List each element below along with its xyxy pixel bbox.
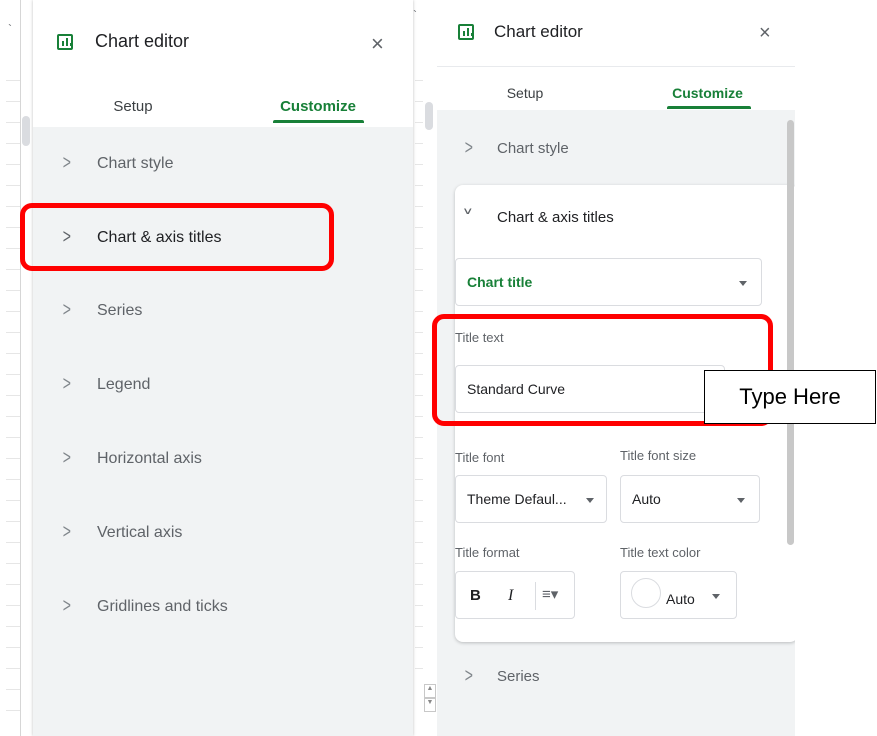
chart-bar-icon [57, 34, 73, 50]
section-label: Series [97, 302, 143, 319]
title-text-color-label: Title text color [620, 545, 701, 560]
italic-button[interactable]: I [508, 587, 513, 605]
sheet-corner-mark-middle: ` [413, 8, 417, 22]
sheet-scrollbar-middle[interactable] [425, 102, 433, 130]
tab-customize-underline [273, 120, 364, 123]
section-label: Legend [97, 376, 151, 393]
tab-customize-underline [667, 106, 751, 109]
sheet-gridlines-left [6, 80, 20, 720]
chart-bar-icon [458, 24, 474, 40]
sheet-gridlines-middle [415, 80, 423, 680]
sheet-background-right [795, 0, 877, 736]
panel-title: Chart editor [494, 22, 583, 41]
sheet-scroll-down[interactable]: ▼ [424, 698, 436, 712]
select-value: Auto [632, 491, 661, 507]
title-type-select[interactable]: Chart title [455, 258, 762, 306]
section-chart-style[interactable]: > Chart style [33, 144, 413, 184]
chevron-right-icon: > [62, 373, 71, 395]
tab-setup[interactable]: Setup [485, 85, 565, 101]
panel-scrollbar[interactable] [787, 120, 794, 545]
section-label: Chart style [97, 155, 174, 172]
align-left-icon[interactable]: ≡▾ [542, 585, 558, 603]
title-font-size-label: Title font size [620, 448, 697, 463]
section-label: Horizontal axis [97, 450, 202, 467]
section-label: Chart & axis titles [497, 209, 614, 226]
title-format-group: B I ≡▾ [455, 571, 575, 619]
section-series[interactable]: > Series [33, 291, 413, 331]
chevron-right-icon: > [62, 299, 71, 321]
section-gridlines-ticks[interactable]: > Gridlines and ticks [33, 587, 413, 627]
tab-customize[interactable]: Customize [273, 98, 363, 115]
sheet-corner-mark: ` [8, 22, 12, 36]
bold-button[interactable]: B [470, 587, 481, 604]
section-label: Series [497, 668, 540, 685]
chevron-right-icon: > [62, 521, 71, 543]
sheet-edge-left [20, 0, 21, 736]
chevron-down-icon [739, 281, 747, 286]
highlight-box-chart-axis-titles [20, 203, 334, 271]
title-text-color-select[interactable]: Auto [620, 571, 737, 619]
title-font-label: Title font [455, 450, 505, 465]
select-value: Theme Defaul... [467, 491, 567, 507]
section-vertical-axis[interactable]: > Vertical axis [33, 513, 413, 553]
format-divider [535, 582, 536, 610]
section-header-chart-axis-titles[interactable]: ∨ Chart & axis titles [455, 195, 795, 235]
panel-header: Chart editor × [437, 0, 795, 70]
panel-title: Chart editor [95, 31, 190, 51]
chevron-down-icon [586, 498, 594, 503]
chevron-right-icon: > [62, 447, 71, 469]
sheet-scroll-up[interactable]: ▲ [424, 684, 436, 698]
select-value: Auto [666, 591, 695, 607]
tab-setup[interactable]: Setup [93, 98, 173, 115]
chevron-right-icon: > [62, 152, 71, 174]
chevron-down-icon: ∨ [462, 206, 474, 217]
chevron-down-icon [712, 594, 720, 599]
section-label: Chart style [497, 140, 569, 157]
section-horizontal-axis[interactable]: > Horizontal axis [33, 439, 413, 479]
color-swatch [631, 578, 661, 608]
close-icon[interactable]: × [371, 33, 384, 55]
section-legend[interactable]: > Legend [33, 365, 413, 405]
panel-header: Chart editor × [33, 0, 413, 70]
chart-editor-panel-collapsed: Chart editor × Setup Customize > Chart s… [33, 0, 413, 736]
chevron-right-icon: > [464, 665, 473, 687]
type-here-callout: Type Here [704, 370, 876, 424]
section-chart-style[interactable]: > Chart style [437, 129, 795, 169]
header-divider [437, 66, 795, 67]
section-label: Vertical axis [97, 524, 183, 541]
chevron-right-icon: > [464, 137, 473, 159]
title-font-size-select[interactable]: Auto [620, 475, 760, 523]
close-icon[interactable]: × [759, 23, 771, 43]
chevron-right-icon: > [62, 595, 71, 617]
chevron-down-icon [737, 498, 745, 503]
title-font-select[interactable]: Theme Defaul... [455, 475, 607, 523]
section-series[interactable]: > Series [437, 657, 795, 697]
tab-customize[interactable]: Customize [665, 85, 750, 101]
select-value: Chart title [467, 274, 533, 290]
section-label: Gridlines and ticks [97, 598, 228, 615]
sheet-scrollbar-left[interactable] [22, 116, 30, 146]
title-format-label: Title format [455, 545, 520, 560]
